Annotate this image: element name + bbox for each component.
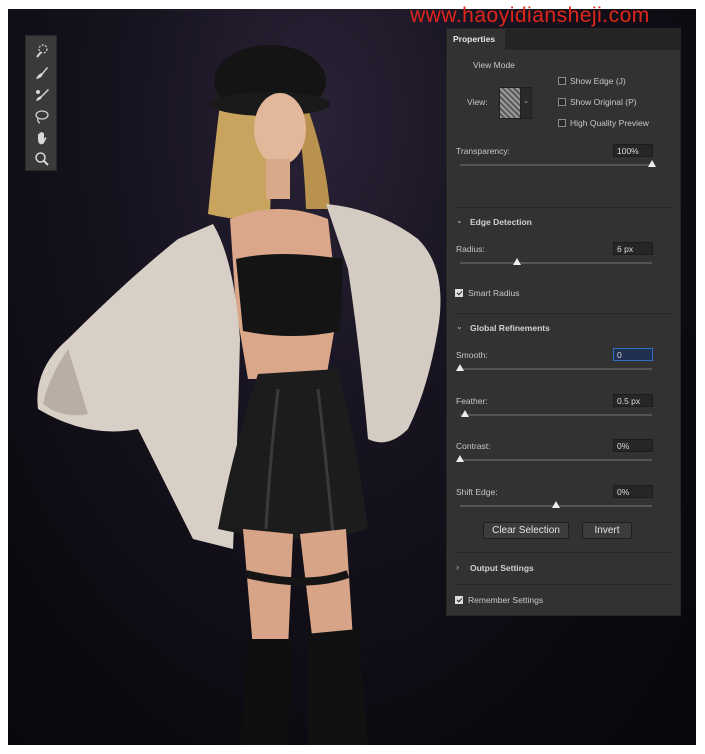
contrast-slider-track[interactable]	[460, 459, 652, 461]
properties-panel: Properties View Mode View: ⌄ Show Edge (…	[446, 28, 681, 616]
output-settings-title[interactable]: Output Settings	[470, 563, 534, 573]
panel-tab-bar: Properties	[447, 29, 680, 50]
show-edge-label: Show Edge (J)	[570, 76, 626, 86]
smooth-slider-track[interactable]	[460, 368, 652, 370]
quick-selection-icon[interactable]	[31, 41, 53, 61]
contrast-slider-thumb[interactable]	[456, 455, 464, 462]
smooth-label: Smooth:	[456, 350, 488, 360]
show-original-label: Show Original (P)	[570, 97, 637, 107]
radius-slider-thumb[interactable]	[513, 258, 521, 265]
high-quality-preview-label: High Quality Preview	[570, 118, 649, 128]
tools-panel	[25, 35, 57, 171]
feather-label: Feather:	[456, 396, 488, 406]
watermark-text: www.haoyidiansheji.com	[410, 4, 650, 27]
hand-icon[interactable]	[31, 128, 53, 148]
transparency-slider-thumb[interactable]	[648, 160, 656, 167]
show-edge-checkbox[interactable]	[558, 77, 566, 85]
radius-field[interactable]: 6 px	[613, 242, 653, 255]
refine-edge-brush-icon[interactable]	[31, 63, 53, 83]
remember-settings-checkbox[interactable]	[455, 596, 463, 604]
divider	[455, 207, 673, 208]
view-mode-dropdown[interactable]: ⌄	[520, 87, 532, 119]
invert-button[interactable]: Invert	[582, 522, 632, 539]
smooth-slider-thumb[interactable]	[456, 364, 464, 371]
chevron-down-icon[interactable]: ⌄	[456, 322, 463, 331]
contrast-label: Contrast:	[456, 441, 491, 451]
edge-detection-title[interactable]: Edge Detection	[470, 217, 532, 227]
high-quality-preview-checkbox[interactable]	[558, 119, 566, 127]
clear-selection-button[interactable]: Clear Selection	[483, 522, 569, 539]
shift-edge-label: Shift Edge:	[456, 487, 498, 497]
shift-edge-field[interactable]: 0%	[613, 485, 653, 498]
lasso-icon[interactable]	[31, 107, 53, 127]
show-original-checkbox[interactable]	[558, 98, 566, 106]
remember-settings-label: Remember Settings	[468, 595, 544, 605]
chevron-down-icon[interactable]: ⌄	[456, 216, 463, 225]
smooth-field[interactable]: 0	[613, 348, 653, 361]
smart-radius-label: Smart Radius	[468, 288, 520, 298]
radius-label: Radius:	[456, 244, 485, 254]
divider	[455, 584, 673, 585]
zoom-icon[interactable]	[31, 149, 53, 169]
tab-properties[interactable]: Properties	[447, 29, 505, 50]
smart-radius-checkbox[interactable]	[455, 289, 463, 297]
divider	[455, 313, 673, 314]
brush-icon[interactable]	[31, 85, 53, 105]
chevron-down-icon: ⌄	[523, 98, 529, 105]
transparency-slider-track[interactable]	[460, 164, 652, 166]
feather-slider-track[interactable]	[460, 414, 652, 416]
view-label: View:	[467, 97, 488, 107]
view-mode-thumbnail[interactable]	[499, 87, 521, 119]
shift-edge-slider-thumb[interactable]	[552, 501, 560, 508]
radius-slider-track[interactable]	[460, 262, 652, 264]
transparency-label: Transparency:	[456, 146, 511, 156]
divider	[455, 552, 673, 553]
feather-slider-thumb[interactable]	[461, 410, 469, 417]
feather-field[interactable]: 0.5 px	[613, 394, 653, 407]
chevron-right-icon[interactable]: ›	[456, 562, 459, 572]
transparency-field[interactable]: 100%	[613, 144, 653, 157]
contrast-field[interactable]: 0%	[613, 439, 653, 452]
view-mode-title: View Mode	[473, 60, 515, 70]
global-refinements-title[interactable]: Global Refinements	[470, 323, 550, 333]
